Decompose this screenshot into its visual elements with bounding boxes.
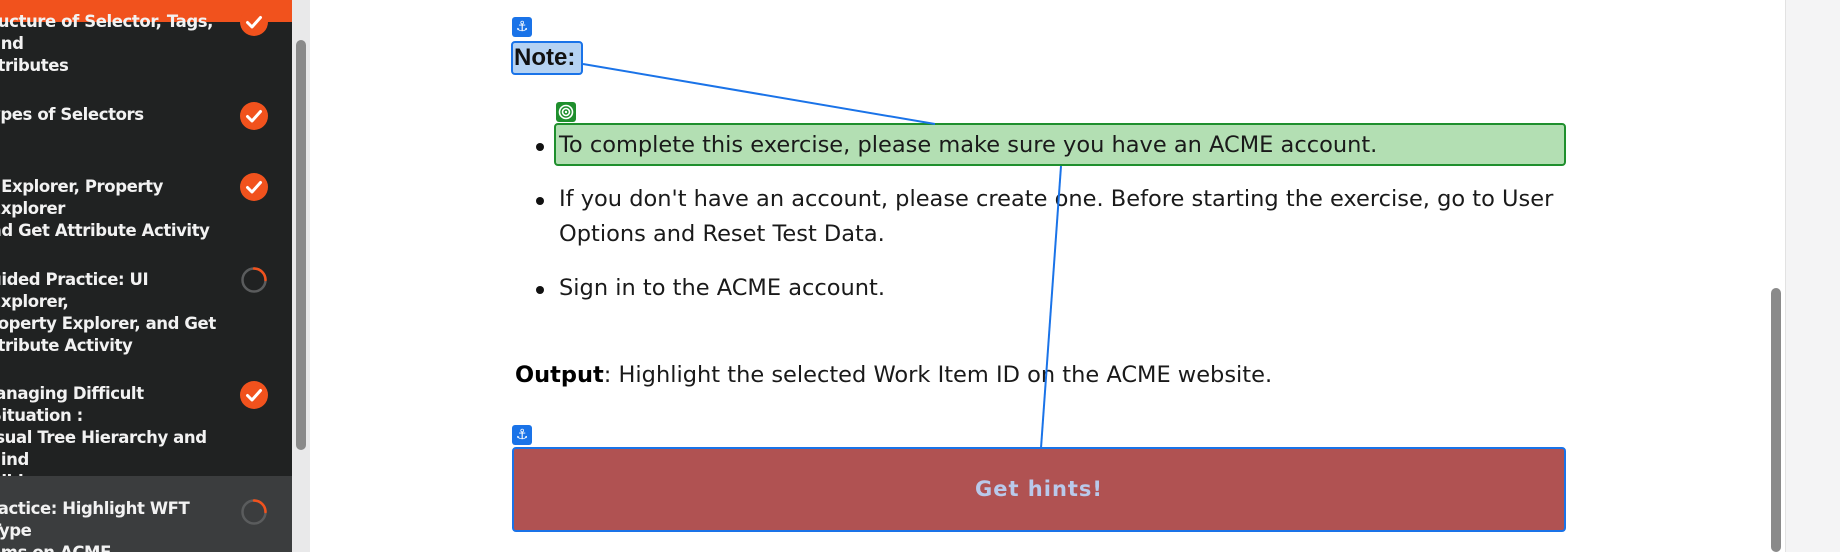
completed-check-icon xyxy=(240,102,268,130)
lesson-item-active[interactable]: ractice: Highlight WFT Type ems on ACME xyxy=(0,476,292,552)
lesson-item[interactable]: lanaging Difficult Situation : isual Tre… xyxy=(0,377,292,491)
lesson-item[interactable]: ypes of Selectors xyxy=(0,95,292,135)
output-description: Output: Highlight the selected Work Item… xyxy=(515,358,1272,392)
lesson-title: ractice: Highlight WFT Type ems on ACME xyxy=(0,499,190,552)
in-progress-ring-icon xyxy=(240,266,268,294)
course-sidebar: ructure of Selector, Tags, and ttributes… xyxy=(0,0,292,552)
notes-list: To complete this exercise, please make s… xyxy=(522,128,1562,306)
completed-check-icon xyxy=(240,173,268,201)
anchor-icon[interactable]: ⚓ xyxy=(512,17,532,37)
output-text: : Highlight the selected Work Item ID on… xyxy=(603,362,1273,388)
right-gutter xyxy=(1785,0,1840,552)
lesson-item[interactable]: ructure of Selector, Tags, and ttributes xyxy=(0,0,292,75)
anchor-icon[interactable]: ⚓ xyxy=(512,425,532,445)
lesson-title: ructure of Selector, Tags, and ttributes xyxy=(0,12,214,75)
content-scrollbar[interactable] xyxy=(1771,288,1781,552)
lesson-title: I Explorer, Property Explorer nd Get Att… xyxy=(0,177,210,240)
note-label: Note: xyxy=(514,44,576,71)
lesson-item[interactable]: uided Practice: UI Explorer, roperty Exp… xyxy=(0,260,292,355)
target-icon[interactable] xyxy=(556,102,576,122)
list-item: Sign in to the ACME account. xyxy=(522,271,1562,306)
list-item: To complete this exercise, please make s… xyxy=(522,128,1562,163)
sidebar-scrollbar[interactable] xyxy=(296,40,306,450)
in-progress-ring-icon xyxy=(240,498,268,526)
list-item: If you don't have an account, please cre… xyxy=(522,182,1562,252)
completed-check-icon xyxy=(240,8,268,36)
lesson-title: uided Practice: UI Explorer, roperty Exp… xyxy=(0,270,216,355)
get-hints-button[interactable]: Get hints! xyxy=(512,447,1566,532)
lesson-title: ypes of Selectors xyxy=(0,105,144,124)
completed-check-icon xyxy=(240,381,268,409)
lesson-item[interactable]: I Explorer, Property Explorer nd Get Att… xyxy=(0,170,292,240)
output-label: Output xyxy=(515,362,604,388)
